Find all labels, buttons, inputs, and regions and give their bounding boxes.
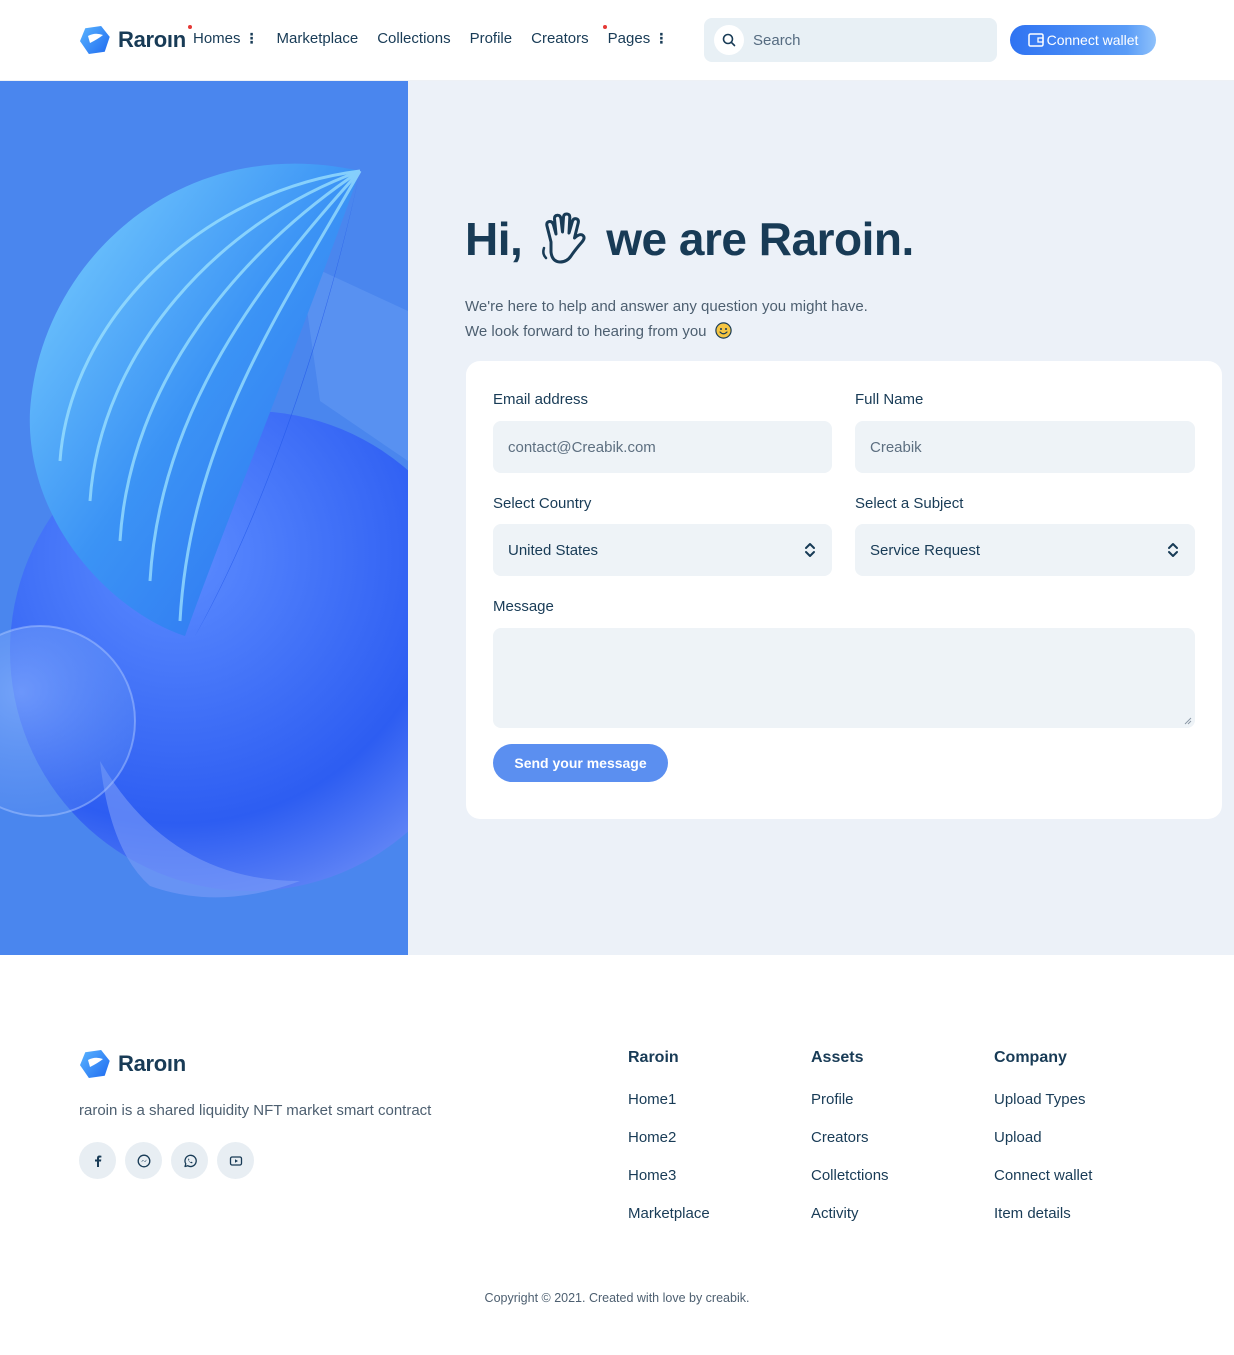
send-message-button[interactable]: Send your message <box>493 744 668 782</box>
footer-column-raroin: Raroin Home1 Home2 Home3 Marketplace <box>628 1049 710 1243</box>
full-name-label: Full Name <box>855 391 924 408</box>
hero-illustration <box>0 81 408 955</box>
footer-logo[interactable]: Raroın <box>79 1048 186 1080</box>
nav-homes[interactable]: Homes ⋮ <box>188 25 259 47</box>
footer-link[interactable]: Home2 <box>628 1129 710 1167</box>
subtitle-line-1: We're here to help and answer any questi… <box>465 298 868 315</box>
footer-column-title: Assets <box>811 1049 864 1066</box>
subject-select-value: Service Request <box>870 541 981 559</box>
nav-creators[interactable]: Creators <box>531 30 589 47</box>
site-logo[interactable]: Raroın <box>79 24 186 56</box>
search-box <box>704 18 997 62</box>
main-nav: Homes ⋮ Marketplace Collections Profile … <box>188 25 686 47</box>
notification-dot <box>602 25 607 29</box>
select-arrows-icon <box>1168 543 1178 557</box>
facebook-icon <box>94 1155 101 1167</box>
footer-brand-name: Raroın <box>118 1051 186 1076</box>
footer-link[interactable]: Item details <box>994 1205 1092 1243</box>
nav-pages-label: Pages <box>607 30 651 47</box>
messenger-link[interactable] <box>125 1142 162 1179</box>
nav-profile[interactable]: Profile <box>470 30 513 47</box>
title-name: we are Raroin. <box>606 213 914 265</box>
page-title: Hi, we are Raroin. <box>465 212 914 266</box>
whatsapp-icon <box>183 1154 197 1167</box>
notification-dot <box>188 25 192 29</box>
email-field[interactable] <box>508 438 832 456</box>
footer-column-company: Company Upload Types Upload Connect wall… <box>994 1049 1092 1243</box>
abstract-3d-art <box>0 81 408 955</box>
message-label: Message <box>493 598 554 615</box>
footer-link[interactable]: Connect wallet <box>994 1167 1092 1205</box>
whatsapp-link[interactable] <box>171 1142 208 1179</box>
smiley-icon <box>714 322 732 339</box>
contact-form: Email address Full Name Select Country U… <box>466 361 1222 819</box>
email-label: Email address <box>493 391 589 408</box>
footer-link[interactable]: Home1 <box>628 1091 710 1129</box>
logo-icon <box>80 26 110 54</box>
social-links <box>79 1142 254 1179</box>
footer-link[interactable]: Home3 <box>628 1167 710 1205</box>
connect-wallet-button[interactable]: Connect wallet <box>1010 25 1156 55</box>
waving-hand-icon <box>542 212 586 264</box>
nav-pages[interactable]: Pages ⋮ <box>602 25 668 47</box>
footer-link[interactable]: Marketplace <box>628 1205 710 1243</box>
messenger-icon <box>137 1154 150 1167</box>
footer-column-assets: Assets Profile Creators Colletctions Act… <box>811 1049 889 1243</box>
full-name-field[interactable] <box>870 438 1195 456</box>
page-subtitle: We're here to help and answer any questi… <box>465 294 868 344</box>
copyright-text: Copyright © 2021. Created with love by c… <box>484 1291 750 1305</box>
email-field-wrap <box>493 421 832 473</box>
nav-profile-label: Profile <box>469 30 513 47</box>
country-select[interactable]: United States <box>493 524 832 576</box>
country-select-value: United States <box>508 541 599 559</box>
footer-link[interactable]: Activity <box>811 1205 889 1243</box>
subject-select[interactable]: Service Request <box>855 524 1195 576</box>
footer-column-title: Company <box>994 1049 1067 1066</box>
subtitle-line-2: We look forward to hearing from you <box>465 323 707 340</box>
facebook-link[interactable] <box>79 1142 116 1179</box>
footer-link[interactable]: Upload <box>994 1129 1092 1167</box>
connect-wallet-label: Connect wallet <box>1046 32 1139 48</box>
country-label: Select Country <box>493 495 592 512</box>
logo-icon <box>80 1050 110 1078</box>
brand-name: Raroın <box>118 27 186 52</box>
footer-link[interactable]: Creators <box>811 1129 889 1167</box>
youtube-icon <box>229 1155 242 1166</box>
message-textarea[interactable] <box>493 628 1195 728</box>
full-name-field-wrap <box>855 421 1195 473</box>
resize-handle-icon[interactable] <box>1184 717 1192 725</box>
footer-tagline: raroin is a shared liquidity NFT market … <box>79 1102 432 1119</box>
nav-marketplace-label: Marketplace <box>276 30 359 47</box>
wallet-icon <box>1027 33 1044 47</box>
footer-link[interactable]: Colletctions <box>811 1167 889 1205</box>
footer-link[interactable]: Upload Types <box>994 1091 1092 1129</box>
search-icon[interactable] <box>714 25 744 55</box>
select-arrows-icon <box>805 543 815 557</box>
nav-collections-label: Collections <box>377 30 451 47</box>
nav-collections[interactable]: Collections <box>377 30 450 47</box>
nav-creators-label: Creators <box>531 30 589 47</box>
subtitle-line-2-wrap: We look forward to hearing from you <box>465 319 868 344</box>
menu-dots-icon: ⋮ <box>654 30 668 46</box>
footer-column-title: Raroin <box>628 1049 679 1066</box>
nav-homes-label: Homes <box>193 30 241 47</box>
menu-dots-icon: ⋮ <box>244 30 259 46</box>
title-greeting: Hi, <box>465 213 523 265</box>
youtube-link[interactable] <box>217 1142 254 1179</box>
site-header: Raroın Homes ⋮ Marketplace Collections P… <box>0 0 1234 81</box>
subject-label: Select a Subject <box>855 495 964 512</box>
footer-link[interactable]: Profile <box>811 1091 889 1129</box>
nav-marketplace[interactable]: Marketplace <box>277 30 359 47</box>
search-input[interactable] <box>753 31 973 49</box>
